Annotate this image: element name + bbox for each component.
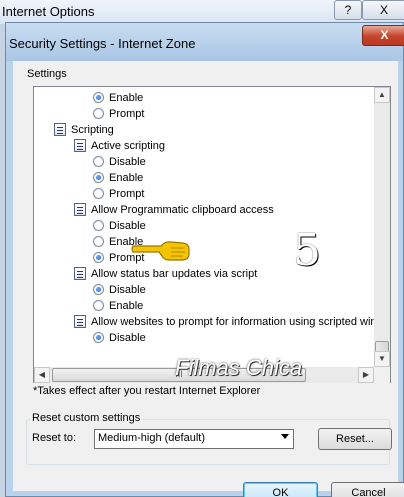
scroll-down-arrow-icon[interactable]: ▼: [374, 351, 390, 367]
settings-list-content: Enable Prompt Scripting Active scripting Dis…: [34, 87, 374, 367]
setting-icon: [74, 267, 86, 280]
scripting-icon: [54, 123, 66, 136]
radio-checked-icon[interactable]: [93, 332, 104, 343]
radio-unchecked-icon[interactable]: [93, 188, 104, 199]
pointing-hand-icon: [131, 241, 190, 261]
scroll-up-arrow-icon[interactable]: ▲: [374, 87, 390, 103]
dialog-body: Settings Enable Prompt Scripting Active scr…: [13, 61, 404, 497]
chevron-down-icon: [281, 434, 289, 439]
setting-icon: [74, 139, 86, 152]
reset-group-legend: Reset custom settings: [30, 412, 143, 424]
setting-icon: [74, 315, 86, 328]
radio-checked-icon[interactable]: [93, 92, 104, 103]
radio-unchecked-icon[interactable]: [93, 108, 104, 119]
settings-list[interactable]: Enable Prompt Scripting Active scripting Dis…: [33, 86, 391, 383]
option-label: Disable: [109, 284, 146, 296]
scroll-left-arrow-icon[interactable]: ◀: [34, 367, 50, 383]
option-label: Prompt: [109, 108, 145, 120]
radio-unchecked-icon[interactable]: [93, 236, 104, 247]
category-label: Allow websites to prompt for information…: [91, 316, 374, 328]
restart-note: *Takes effect after you restart Internet…: [33, 385, 261, 397]
setting-icon: [74, 203, 86, 216]
scrollbar-corner: [374, 367, 390, 383]
security-settings-dialog: Security Settings - Internet Zone X Sett…: [5, 22, 404, 497]
category-label: Active scripting: [91, 140, 165, 152]
option-label: Enable: [109, 92, 144, 104]
reset-button[interactable]: Reset...: [318, 428, 392, 450]
option-label: Disable: [109, 156, 146, 168]
radio-checked-icon[interactable]: [93, 172, 104, 183]
overlay-digit: 5: [293, 225, 321, 276]
ok-button[interactable]: OK: [243, 482, 318, 497]
dialog-title: Security Settings - Internet Zone: [9, 36, 196, 51]
option-label: Disable: [109, 332, 146, 344]
radio-unchecked-icon[interactable]: [93, 300, 104, 311]
vertical-scrollbar[interactable]: ▲ ▼: [374, 87, 390, 367]
option-label: Prompt: [109, 188, 145, 200]
settings-label: Settings: [27, 68, 67, 80]
category-label: Allow Programmatic clipboard access: [91, 204, 274, 216]
category-label: Allow status bar updates via script: [91, 268, 258, 280]
watermark: Filmas Chica: [175, 355, 303, 380]
radio-checked-icon[interactable]: [93, 284, 104, 295]
option-label: Disable: [109, 220, 146, 232]
dialog-close-button[interactable]: X: [362, 25, 404, 46]
internet-options-title: Internet Options: [2, 4, 95, 19]
radio-checked-icon[interactable]: [93, 252, 104, 263]
dialog-titlebar[interactable]: Security Settings - Internet Zone X: [6, 23, 404, 61]
internet-options-close-button[interactable]: X: [362, 0, 404, 20]
help-button[interactable]: ?: [334, 0, 362, 20]
screen: Internet Options ? X Security Settings -…: [0, 0, 404, 497]
option-label: Enable: [109, 300, 144, 312]
reset-level-dropdown[interactable]: Medium-high (default): [94, 429, 294, 449]
option-label: Enable: [109, 172, 144, 184]
reset-level-value: Medium-high (default): [98, 432, 205, 444]
scroll-right-arrow-icon[interactable]: ▶: [358, 367, 374, 383]
radio-unchecked-icon[interactable]: [93, 156, 104, 167]
category-label: Scripting: [71, 124, 114, 136]
reset-to-label: Reset to:: [32, 432, 77, 444]
cancel-button[interactable]: Cancel: [331, 482, 404, 497]
internet-options-titlebar: Internet Options ? X: [0, 0, 404, 24]
radio-unchecked-icon[interactable]: [93, 220, 104, 231]
